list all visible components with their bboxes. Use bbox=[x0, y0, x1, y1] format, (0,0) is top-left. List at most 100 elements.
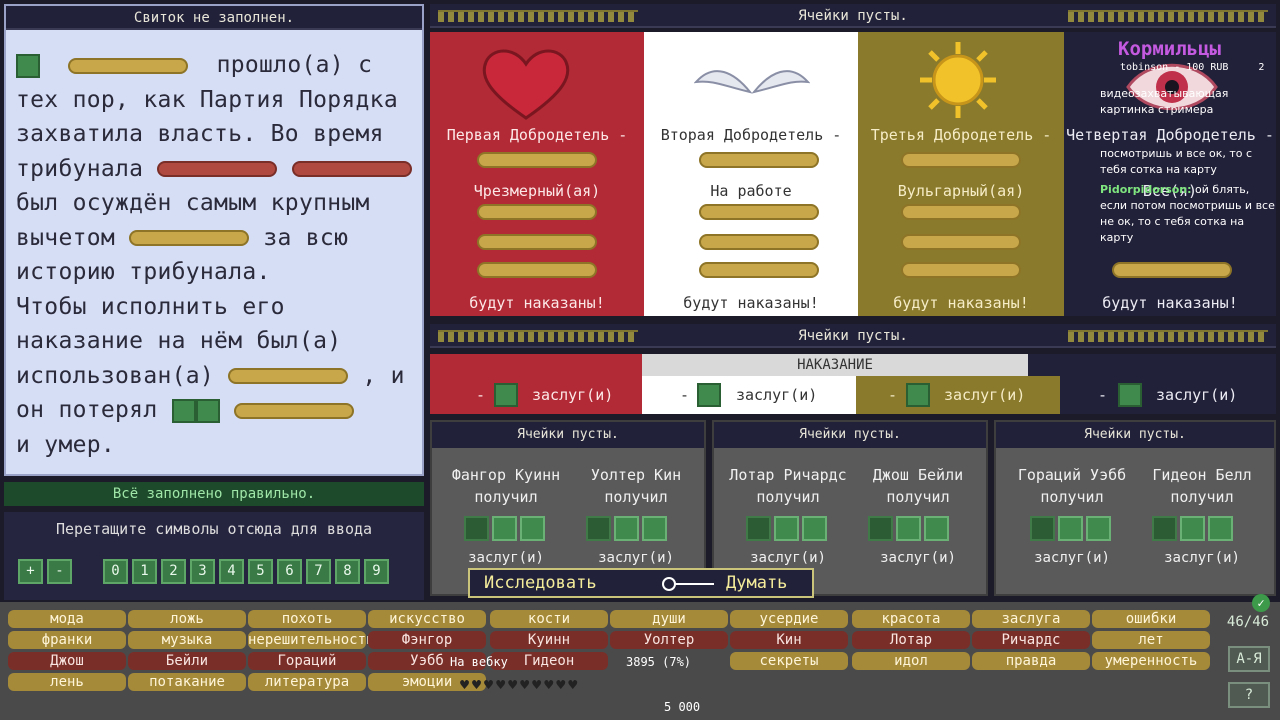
word-chip[interactable]: мода bbox=[8, 610, 126, 628]
merit-digit-slot[interactable] bbox=[614, 516, 639, 541]
word-chip[interactable]: лень bbox=[8, 673, 126, 691]
merit-digit-slot[interactable] bbox=[1208, 516, 1233, 541]
virtue-slot[interactable] bbox=[699, 204, 819, 220]
word-chip[interactable]: усердие bbox=[730, 610, 848, 628]
merit-digit-slot[interactable] bbox=[520, 516, 545, 541]
word-chip[interactable]: ложь bbox=[128, 610, 246, 628]
virtue-slot[interactable] bbox=[699, 152, 819, 168]
merit-digit-slot[interactable] bbox=[642, 516, 667, 541]
digit-key[interactable]: 7 bbox=[306, 559, 331, 584]
virtue-column-2: Вторая Добродетель - На работе будут нак… bbox=[644, 32, 858, 316]
word-chip[interactable]: Гораций bbox=[248, 652, 366, 670]
merit-digit-slot[interactable] bbox=[802, 516, 827, 541]
name-slot[interactable] bbox=[157, 161, 278, 177]
word-chip[interactable]: Куинн bbox=[490, 631, 608, 649]
word-chip[interactable]: умеренность bbox=[1092, 652, 1210, 670]
word-chip[interactable]: секреты bbox=[730, 652, 848, 670]
plus-key[interactable]: + bbox=[18, 559, 43, 584]
merit-digit-slot[interactable] bbox=[896, 516, 921, 541]
trial-merit-label: заслуг(и) bbox=[750, 550, 826, 566]
word-chip[interactable]: правда bbox=[972, 652, 1090, 670]
merit-slot[interactable] bbox=[906, 383, 930, 407]
person-got: получил bbox=[1170, 488, 1234, 506]
word-slot[interactable] bbox=[228, 368, 349, 384]
name-slot[interactable] bbox=[291, 161, 412, 177]
word-chip[interactable]: идол bbox=[852, 652, 970, 670]
virtue-slot[interactable] bbox=[477, 204, 597, 220]
merit-digit-slot[interactable] bbox=[1152, 516, 1177, 541]
word-chip[interactable]: потакание bbox=[128, 673, 246, 691]
sort-button[interactable]: А-Я bbox=[1228, 646, 1270, 672]
number-slot[interactable] bbox=[16, 53, 40, 78]
digit-key[interactable]: 5 bbox=[248, 559, 273, 584]
word-chip[interactable]: Уолтер bbox=[610, 631, 728, 649]
person-got: получил bbox=[756, 488, 820, 506]
merit-slot[interactable] bbox=[697, 383, 721, 407]
word-chip[interactable]: Джош bbox=[8, 652, 126, 670]
digit-key[interactable]: 4 bbox=[219, 559, 244, 584]
digit-key[interactable]: 9 bbox=[364, 559, 389, 584]
merit-digit-slot[interactable] bbox=[492, 516, 517, 541]
merit-slot[interactable] bbox=[494, 383, 518, 407]
merit-digit-slot[interactable] bbox=[586, 516, 611, 541]
word-chip[interactable]: музыка bbox=[128, 631, 246, 649]
virtue-slot[interactable] bbox=[699, 262, 819, 278]
virtue-slot[interactable] bbox=[477, 152, 597, 168]
word-chip[interactable]: Лотар bbox=[852, 631, 970, 649]
merit-digit-slot[interactable] bbox=[868, 516, 893, 541]
scroll-line: он потерял bbox=[16, 397, 158, 423]
digit-key[interactable]: 6 bbox=[277, 559, 302, 584]
word-chip[interactable]: литература bbox=[248, 673, 366, 691]
word-chip[interactable]: лет bbox=[1092, 631, 1210, 649]
digit-key[interactable]: 8 bbox=[335, 559, 360, 584]
virtue-slot[interactable] bbox=[477, 262, 597, 278]
merit-digit-slot[interactable] bbox=[1180, 516, 1205, 541]
word-chip[interactable]: заслуга bbox=[972, 610, 1090, 628]
punishment-cell: - заслуг(и) bbox=[856, 376, 1060, 414]
digit-key[interactable]: 3 bbox=[190, 559, 215, 584]
word-chip[interactable]: кости bbox=[490, 610, 608, 628]
merit-slot[interactable] bbox=[1118, 383, 1142, 407]
virtue-slot[interactable] bbox=[1112, 262, 1232, 278]
merit-digit-slot[interactable] bbox=[464, 516, 489, 541]
virtue-name: Вторая Добродетель - bbox=[660, 126, 842, 144]
digit-key[interactable]: 0 bbox=[103, 559, 128, 584]
merit-digit-slot[interactable] bbox=[746, 516, 771, 541]
word-slot[interactable] bbox=[68, 57, 189, 74]
help-button[interactable]: ? bbox=[1228, 682, 1270, 708]
word-chip[interactable]: нерешительность bbox=[248, 631, 374, 649]
digit-key[interactable]: 1 bbox=[132, 559, 157, 584]
word-chip[interactable]: франки bbox=[8, 631, 126, 649]
word-chip[interactable]: Фэнгор bbox=[368, 631, 486, 649]
merit-digit-slot[interactable] bbox=[1030, 516, 1055, 541]
word-chip[interactable]: искусство bbox=[368, 610, 486, 628]
minus-key[interactable]: - bbox=[47, 559, 72, 584]
digit-key[interactable]: 2 bbox=[161, 559, 186, 584]
virtue-slot[interactable] bbox=[477, 234, 597, 250]
think-button[interactable]: Думать bbox=[726, 573, 787, 593]
virtue-slot[interactable] bbox=[901, 152, 1021, 168]
merit-digit-slot[interactable] bbox=[1058, 516, 1083, 541]
number-slot[interactable] bbox=[171, 398, 196, 423]
word-chip[interactable]: Кин bbox=[730, 631, 848, 649]
virtue-slot[interactable] bbox=[901, 262, 1021, 278]
virtue-slot[interactable] bbox=[901, 204, 1021, 220]
word-chip[interactable]: души bbox=[610, 610, 728, 628]
word-slot[interactable] bbox=[233, 402, 354, 419]
word-chip[interactable]: Бейли bbox=[128, 652, 246, 670]
virtue-slot[interactable] bbox=[901, 234, 1021, 250]
explore-button[interactable]: Исследовать bbox=[484, 573, 597, 593]
merit-digit-slot[interactable] bbox=[924, 516, 949, 541]
word-chip[interactable]: красота bbox=[852, 610, 970, 628]
word-chip[interactable]: похоть bbox=[248, 610, 366, 628]
overlay-money: 5 000 bbox=[664, 700, 701, 714]
merit-digit-slot[interactable] bbox=[1086, 516, 1111, 541]
word-chip[interactable]: Ричардс bbox=[972, 631, 1090, 649]
word-chip[interactable]: ошибки bbox=[1092, 610, 1210, 628]
merit-digit-slot[interactable] bbox=[774, 516, 799, 541]
number-slot[interactable] bbox=[195, 398, 220, 423]
virtue-slot[interactable] bbox=[699, 234, 819, 250]
trial-person: Джош Бейли получил bbox=[858, 464, 978, 508]
word-slot[interactable] bbox=[129, 230, 250, 246]
mode-toggle[interactable] bbox=[662, 577, 676, 591]
